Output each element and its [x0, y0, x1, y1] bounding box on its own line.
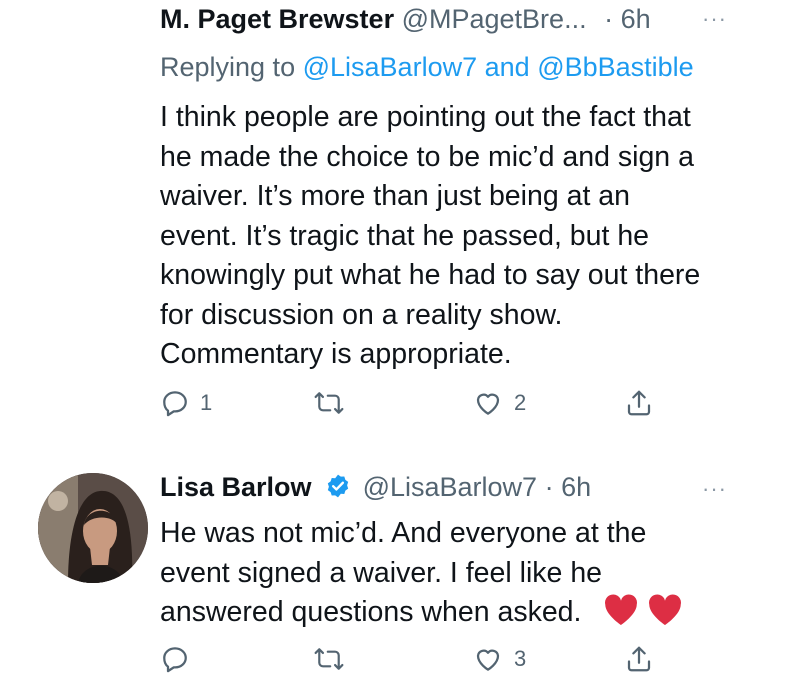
separator-dot: · — [604, 4, 614, 34]
tweet-text-line: event signed a waiver. I feel like he — [160, 556, 603, 589]
share-button[interactable] — [624, 644, 654, 674]
tweet-text-line: I think people are pointing out the fact… — [160, 101, 691, 133]
mention-link-lisabarlow7[interactable]: @LisaBarlow7 — [303, 52, 478, 82]
tweet-text-line: he made the choice to be mic’d and sign … — [160, 140, 694, 173]
tweet-text-line: waiver. It’s more than just being at an — [160, 180, 630, 212]
retweet-button[interactable] — [312, 388, 356, 418]
tweet-text-line: knowingly put what he had to say out the… — [160, 259, 701, 291]
tweet-text-line: He was not mic’d. And everyone at the — [160, 517, 647, 549]
tweet-header: Lisa Barlow @LisaBarlow7 · 6h — [160, 472, 591, 506]
share-icon — [627, 390, 651, 416]
tweet-time[interactable]: 6h — [621, 4, 651, 34]
mention-and-label: and — [484, 52, 530, 82]
author-handle[interactable]: @MPagetBre... — [402, 4, 587, 34]
tweet-time[interactable]: 6h — [561, 472, 591, 502]
share-button[interactable] — [624, 388, 654, 418]
mention-link-bbbastible[interactable]: @BbBastible — [537, 52, 694, 82]
retweet-icon — [314, 648, 344, 670]
author-name[interactable]: Lisa Barlow — [160, 472, 312, 502]
tweet-actions: 1 2 — [0, 388, 800, 428]
reply-button[interactable] — [160, 644, 200, 674]
like-button[interactable]: 3 — [472, 644, 526, 674]
separator-dot: · — [544, 472, 554, 502]
tweet-reply-lisa-barlow[interactable]: Lisa Barlow @LisaBarlow7 · 6h ··· He was… — [0, 452, 800, 697]
replying-to-line: Replying to @LisaBarlow7 and @BbBastible — [160, 52, 694, 83]
author-name[interactable]: M. Paget Brewster — [160, 4, 394, 34]
tweet-text-line: for discussion on a reality show. — [160, 298, 563, 331]
replying-to-label: Replying to — [160, 52, 296, 82]
tweet-text: I think people are pointing out the fact… — [160, 98, 780, 375]
tweet-text-line: Commentary is appropriate. — [160, 338, 512, 370]
tweet-text-line-content: answered questions when asked. — [160, 596, 582, 628]
tweet-text: He was not mic’d. And everyone at the ev… — [160, 514, 780, 639]
more-options-icon[interactable]: ··· — [702, 476, 742, 501]
profile-photo-image — [38, 473, 148, 583]
reply-button[interactable]: 1 — [160, 388, 212, 418]
retweet-button[interactable] — [312, 644, 356, 674]
reply-icon — [163, 647, 187, 673]
tweet-actions: 3 — [0, 644, 800, 684]
heart-outline-icon — [476, 649, 500, 671]
reply-icon — [163, 391, 187, 417]
tweet-text-line: event. It’s tragic that he passed, but h… — [160, 219, 650, 252]
like-button[interactable]: 2 — [472, 388, 526, 418]
avatar[interactable] — [38, 473, 148, 583]
verified-badge-icon — [325, 473, 351, 506]
like-count: 3 — [514, 646, 527, 671]
author-handle[interactable]: @LisaBarlow7 — [363, 472, 538, 502]
tweet-text-line: answered questions when asked. — [160, 593, 780, 639]
retweet-icon — [314, 392, 344, 414]
share-icon — [627, 646, 651, 672]
red-heart-emoji — [647, 593, 683, 639]
red-heart-emoji — [603, 593, 639, 639]
like-count: 2 — [514, 390, 527, 415]
reply-count: 1 — [200, 390, 213, 415]
tweet-reply-paget-brewster[interactable]: M. Paget Brewster @MPagetBre... · 6h ···… — [0, 0, 800, 440]
tweet-header: M. Paget Brewster @MPagetBre... · 6h — [160, 4, 651, 35]
more-options-icon[interactable]: ··· — [702, 6, 742, 31]
heart-outline-icon — [476, 393, 500, 415]
